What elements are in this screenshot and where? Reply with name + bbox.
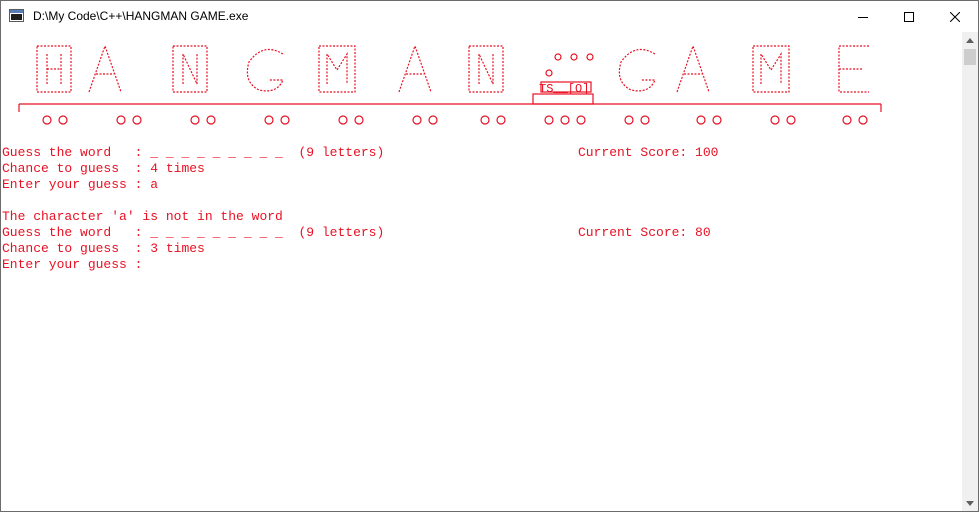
console-window: D:\My Code\C++\HANGMAN GAME.exe TS__[O] … — [0, 0, 979, 512]
round2-input-line[interactable]: Enter your guess : — [2, 257, 150, 273]
round2-guess-line: Guess the word : _ _ _ _ _ _ _ _ _ (9 le… — [2, 225, 385, 240]
banner-letter-m2 — [752, 45, 790, 93]
maximize-button[interactable] — [886, 1, 932, 32]
round1-chance-line: Chance to guess : 4 times — [2, 161, 205, 176]
banner-letter-n2 — [468, 45, 504, 93]
scroll-down-button[interactable] — [962, 495, 978, 511]
hangman-game-banner: TS__[O] — [18, 44, 882, 125]
banner-caption: TS__[O] — [539, 82, 589, 96]
title-bar[interactable]: D:\My Code\C++\HANGMAN GAME.exe — [1, 1, 978, 33]
banner-letter-m — [318, 45, 356, 93]
round1-guess-line: Guess the word : _ _ _ _ _ _ _ _ _ (9 le… — [2, 145, 385, 160]
chance-label: Chance to guess — [2, 161, 120, 176]
console-output: TS__[O] Guess the word: _ _ _ _ _ _ _ _… — [1, 32, 962, 511]
minimize-button[interactable] — [840, 1, 886, 32]
round2-score: Current Score: 80 — [578, 225, 711, 240]
scroll-thumb[interactable] — [964, 49, 976, 65]
close-button[interactable] — [932, 1, 978, 32]
round2-message: The character 'a' is not in the word — [2, 209, 283, 224]
locomotive-drawing — [532, 53, 594, 105]
letter-count: (9 letters) — [298, 145, 385, 160]
banner-letter-g2 — [618, 48, 656, 92]
letter-count: (9 letters) — [298, 225, 385, 240]
chevron-down-icon — [966, 500, 974, 506]
banner-letter-n1 — [172, 45, 208, 93]
round1-input-line: Enter your guess : a — [2, 177, 159, 192]
banner-letter-a2 — [398, 44, 432, 93]
guess-label: Guess the word — [2, 225, 112, 240]
round2-chance-line: Chance to guess : 3 times — [2, 241, 205, 256]
word-mask: _ _ _ _ _ _ _ _ _ — [150, 225, 283, 240]
banner-letter-e — [838, 45, 869, 93]
maximize-icon — [904, 11, 914, 22]
train-chassis — [18, 103, 882, 112]
close-icon — [950, 11, 960, 22]
banner-letter-a3 — [676, 44, 710, 93]
window-title: D:\My Code\C++\HANGMAN GAME.exe — [33, 9, 249, 23]
round1-score: Current Score: 100 — [578, 145, 719, 160]
banner-letter-g1 — [246, 48, 284, 92]
minimize-icon — [858, 16, 868, 18]
input-value: a — [150, 177, 159, 192]
banner-letter-a1 — [88, 44, 122, 93]
guess-label: Guess the word — [2, 145, 112, 160]
chevron-up-icon — [966, 37, 974, 43]
train-wheels — [42, 115, 868, 125]
banner-letter-h — [36, 45, 72, 93]
input-label: Enter your guess — [2, 257, 127, 272]
word-mask: _ _ _ _ _ _ _ _ _ — [150, 145, 283, 160]
chance-value: 3 times — [150, 241, 205, 256]
vertical-scrollbar[interactable] — [962, 32, 978, 511]
chance-label: Chance to guess — [2, 241, 120, 256]
console-app-icon — [9, 9, 24, 22]
input-label: Enter your guess — [2, 177, 127, 192]
scroll-up-button[interactable] — [962, 32, 978, 48]
chance-value: 4 times — [150, 161, 205, 176]
